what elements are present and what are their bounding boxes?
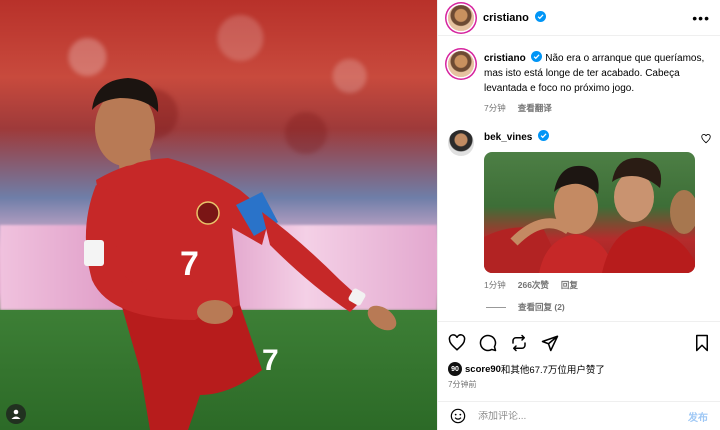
comments-section: cristiano Não era o arranque que queríam…	[438, 37, 720, 321]
heart-icon[interactable]	[448, 334, 466, 352]
emoji-icon[interactable]	[450, 408, 466, 424]
more-horizontal-icon[interactable]: •••	[692, 11, 710, 25]
comment-composer: 发布	[438, 401, 720, 430]
view-replies-divider	[486, 306, 506, 308]
user-tag-icon[interactable]	[6, 404, 26, 424]
author-avatar[interactable]	[448, 4, 474, 31]
send-icon[interactable]	[541, 334, 559, 352]
post-header: cristiano •••	[438, 0, 720, 36]
comment-icon[interactable]	[479, 334, 497, 352]
translate-link[interactable]: 查看翻译	[518, 102, 552, 114]
svg-text:7: 7	[180, 245, 199, 283]
bookmark-icon[interactable]	[694, 334, 710, 352]
caption: cristiano Não era o arranque que queríam…	[438, 37, 720, 114]
comment-item: bek_vines 1分钟 266次赞 回复	[438, 114, 720, 291]
comment-gif-image[interactable]	[484, 152, 695, 273]
verified-badge-icon	[531, 51, 543, 62]
verified-badge-icon	[538, 130, 550, 141]
share-icon[interactable]	[510, 334, 528, 352]
comment-time: 1分钟	[484, 280, 506, 290]
caption-avatar[interactable]	[448, 51, 474, 77]
comment-author[interactable]: bek_vines	[484, 132, 532, 143]
commenter-avatar[interactable]	[448, 130, 474, 156]
comment-input[interactable]	[478, 410, 688, 422]
post-side-panel: cristiano ••• cristiano Não era o arranq…	[437, 0, 720, 430]
player-figure: 7 7	[84, 78, 397, 430]
view-replies-toggle[interactable]: 查看回复 (2)	[438, 291, 720, 313]
svg-text:7: 7	[262, 344, 279, 377]
likes-count-text[interactable]: 和其他67.7万位用户赞了	[501, 362, 605, 376]
view-replies-label: 查看回复 (2)	[518, 302, 565, 312]
verified-badge-icon	[534, 11, 546, 22]
reply-link[interactable]: 回复	[561, 279, 578, 291]
author-username[interactable]: cristiano	[483, 11, 546, 24]
caption-author[interactable]: cristiano	[484, 53, 526, 64]
post-actions: 90 score90 和其他67.7万位用户赞了 7分钟前	[438, 321, 720, 390]
gif-players-illustration	[484, 157, 695, 273]
post-timestamp: 7分钟前	[448, 380, 477, 389]
comment-like-heart-icon[interactable]	[701, 134, 711, 144]
caption-time: 7分钟	[484, 103, 506, 113]
liker-username[interactable]: score90	[465, 364, 501, 375]
post-image[interactable]: 7 7	[0, 0, 437, 430]
likes-summary: 90 score90 和其他67.7万位用户赞了	[448, 362, 710, 376]
comment-likes[interactable]: 266次赞	[518, 279, 549, 291]
liker-avatar[interactable]: 90	[448, 362, 462, 376]
post-comment-button[interactable]: 发布	[688, 409, 708, 424]
